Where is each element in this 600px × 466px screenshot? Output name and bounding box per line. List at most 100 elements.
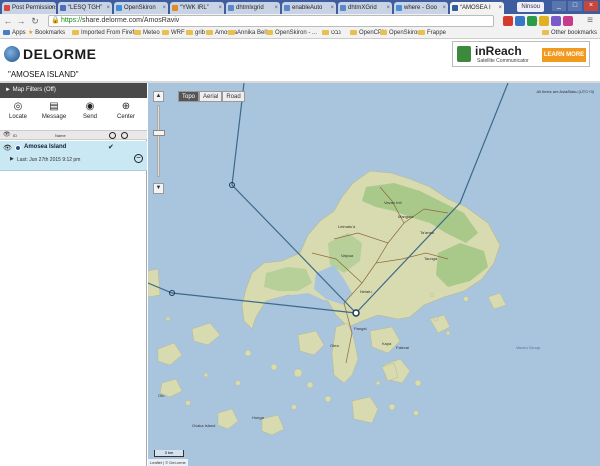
bookmark-item[interactable]: OpenSkiron - ... xyxy=(266,28,317,39)
forward-arrow-icon[interactable]: → xyxy=(15,15,27,27)
browser-tab[interactable]: “AMOSEA I × xyxy=(450,2,504,14)
folder-icon xyxy=(380,29,387,35)
folder-icon xyxy=(266,29,273,35)
device-panel: ► Map Filters (Off) ◎ Locate ▤ Message ◉ Send… xyxy=(0,83,147,466)
tab-favicon-icon xyxy=(228,5,234,11)
learn-more-button[interactable]: LEARN MORE xyxy=(542,48,586,62)
send-button[interactable]: ◉ Send xyxy=(74,101,106,121)
folder-icon xyxy=(186,29,193,35)
delorme-logo[interactable]: DELORME xyxy=(23,46,97,62)
zoom-control: ▲ ▼ xyxy=(153,91,165,195)
bookmark-item[interactable]: Imported From Firef... xyxy=(72,28,139,39)
bookmarks-bar: Apps ★ Bookmarks Imported From Firef... M… xyxy=(0,28,600,39)
island-south-2 xyxy=(297,330,325,356)
extension-icon-3[interactable] xyxy=(527,16,537,26)
map-place-label: Vaipua xyxy=(341,253,354,258)
close-tab-icon[interactable]: × xyxy=(330,2,334,14)
bookmark-item[interactable]: נבט xyxy=(322,28,341,39)
browser-tab[interactable]: “LESQ TGH” × xyxy=(58,2,112,14)
close-window-button[interactable]: × xyxy=(584,1,598,11)
remove-device-icon[interactable]: − xyxy=(134,154,143,163)
close-tab-icon[interactable]: × xyxy=(386,2,390,14)
device-last-report: Last: Jun 27th 2015 9:12 pm xyxy=(17,157,81,163)
device-marker-icon xyxy=(15,145,21,151)
browser-tab[interactable]: dhtmXGrid × xyxy=(338,2,392,14)
island-east-2 xyxy=(429,314,451,334)
close-tab-icon[interactable]: × xyxy=(162,2,166,14)
check-icon[interactable]: ✔ xyxy=(108,143,114,151)
locate-button[interactable]: ◎ Locate xyxy=(2,102,34,121)
extension-icon-1[interactable] xyxy=(503,16,513,26)
map-type-aerial[interactable]: Aerial xyxy=(199,91,223,102)
eye-icon[interactable]: 👁 xyxy=(3,144,12,152)
tab-favicon-icon xyxy=(396,5,402,11)
map-type-road[interactable]: Road xyxy=(222,91,245,102)
close-tab-icon[interactable]: × xyxy=(274,2,278,14)
island-north-1 xyxy=(148,268,161,298)
island-south-1 xyxy=(331,322,359,384)
close-tab-icon[interactable]: × xyxy=(218,2,222,14)
inreach-ad-banner[interactable]: inReach Satellite Communicator LEARN MOR… xyxy=(452,41,590,67)
circle-toggle-icon[interactable] xyxy=(109,132,116,139)
bookmark-apps[interactable]: Apps xyxy=(3,28,26,39)
browser-tab[interactable]: Post Permissions × xyxy=(2,2,56,14)
close-tab-icon[interactable]: × xyxy=(50,2,54,14)
message-button[interactable]: ▤ Message xyxy=(38,102,70,121)
eye-icon[interactable]: 👁 xyxy=(3,131,11,140)
lock-icon: 🔒 xyxy=(51,17,60,24)
map-place-label: Leimatu'a xyxy=(338,224,356,229)
extension-icon-2[interactable] xyxy=(515,16,525,26)
bookmark-item[interactable]: WRF xyxy=(162,28,185,39)
zoom-slider-track[interactable] xyxy=(157,105,160,177)
expand-triangle-icon[interactable]: ▶ xyxy=(10,156,14,162)
bookmark-item[interactable]: Annika Bella xyxy=(228,28,270,39)
zoom-out-button[interactable]: ▼ xyxy=(153,183,164,194)
close-tab-icon[interactable]: × xyxy=(498,2,502,14)
folder-icon xyxy=(134,29,141,35)
address-bar-row: ← → ↻ 🔒 https://share.delorme.com/AmosRa… xyxy=(0,14,600,28)
browser-tab[interactable]: enableAuto × xyxy=(282,2,336,14)
map-place-label: Vavau Intl xyxy=(384,200,402,205)
bookmark-item[interactable]: OpenSkiron xyxy=(380,28,421,39)
bookmark-item[interactable]: grib xyxy=(186,28,205,39)
browser-tab[interactable]: dhtmlxgrid × xyxy=(226,2,280,14)
map-view[interactable]: ▲ ▼ Topo Aerial Road All times are Asia/Ba… xyxy=(148,83,600,466)
zoom-in-button[interactable]: ▲ xyxy=(153,91,164,102)
map-place-label: Neiafu xyxy=(360,289,372,294)
browser-tab[interactable]: “YWK IRL” × xyxy=(170,2,224,14)
scale-bar: 3 km xyxy=(154,450,184,457)
extension-icon-4[interactable] xyxy=(539,16,549,26)
maximize-button[interactable]: □ xyxy=(568,1,582,11)
map-place-label: Taunga xyxy=(424,256,438,261)
browser-user-chip[interactable]: Ninsou xyxy=(517,2,544,12)
map-type-topo[interactable]: Topo xyxy=(178,91,200,102)
browser-tab[interactable]: OpenSkiron × xyxy=(114,2,168,14)
close-tab-icon[interactable]: × xyxy=(106,2,110,14)
menu-icon[interactable]: ≡ xyxy=(584,15,596,27)
map-place-label: Vava'u Group xyxy=(516,345,541,350)
url-input[interactable]: 🔒 https://share.delorme.com/AmosRaviv ☆ xyxy=(48,15,539,27)
map-attribution[interactable]: Leaflet | © DeLorme xyxy=(148,459,188,466)
extension-icon-6[interactable] xyxy=(563,16,573,26)
bookmark-item[interactable]: Meteo xyxy=(134,28,160,39)
zoom-slider-handle[interactable] xyxy=(153,130,165,136)
action-toolbar: ◎ Locate ▤ Message ◉ Send ⊕ Center xyxy=(0,98,147,130)
tab-favicon-icon xyxy=(284,5,290,11)
device-list-item[interactable]: 👁 Amosea Island ✔ ▶ Last: Jun 27th 2015 … xyxy=(0,141,147,171)
close-tab-icon[interactable]: × xyxy=(442,2,446,14)
send-icon: ◉ xyxy=(85,101,95,112)
browser-tab[interactable]: where - Goo × xyxy=(394,2,448,14)
map-place-label: Falevai xyxy=(396,345,409,350)
bookmark-bookmarks[interactable]: ★ Bookmarks xyxy=(28,28,65,39)
reload-icon[interactable]: ↻ xyxy=(29,15,41,27)
tab-favicon-icon xyxy=(340,5,346,11)
map-filters-toggle[interactable]: ► Map Filters (Off) xyxy=(0,83,147,98)
center-button[interactable]: ⊕ Center xyxy=(110,102,142,121)
bookmark-other[interactable]: Other bookmarks xyxy=(542,28,597,39)
bookmark-item[interactable]: Frappe xyxy=(418,28,446,39)
minimize-button[interactable]: _ xyxy=(552,1,566,11)
extension-icon-5[interactable] xyxy=(551,16,561,26)
back-arrow-icon[interactable]: ← xyxy=(2,15,14,27)
browser-tab-strip: Post Permissions × “LESQ TGH” × OpenSkiron × “… xyxy=(0,0,600,14)
crosshair-toggle-icon[interactable] xyxy=(121,132,128,139)
